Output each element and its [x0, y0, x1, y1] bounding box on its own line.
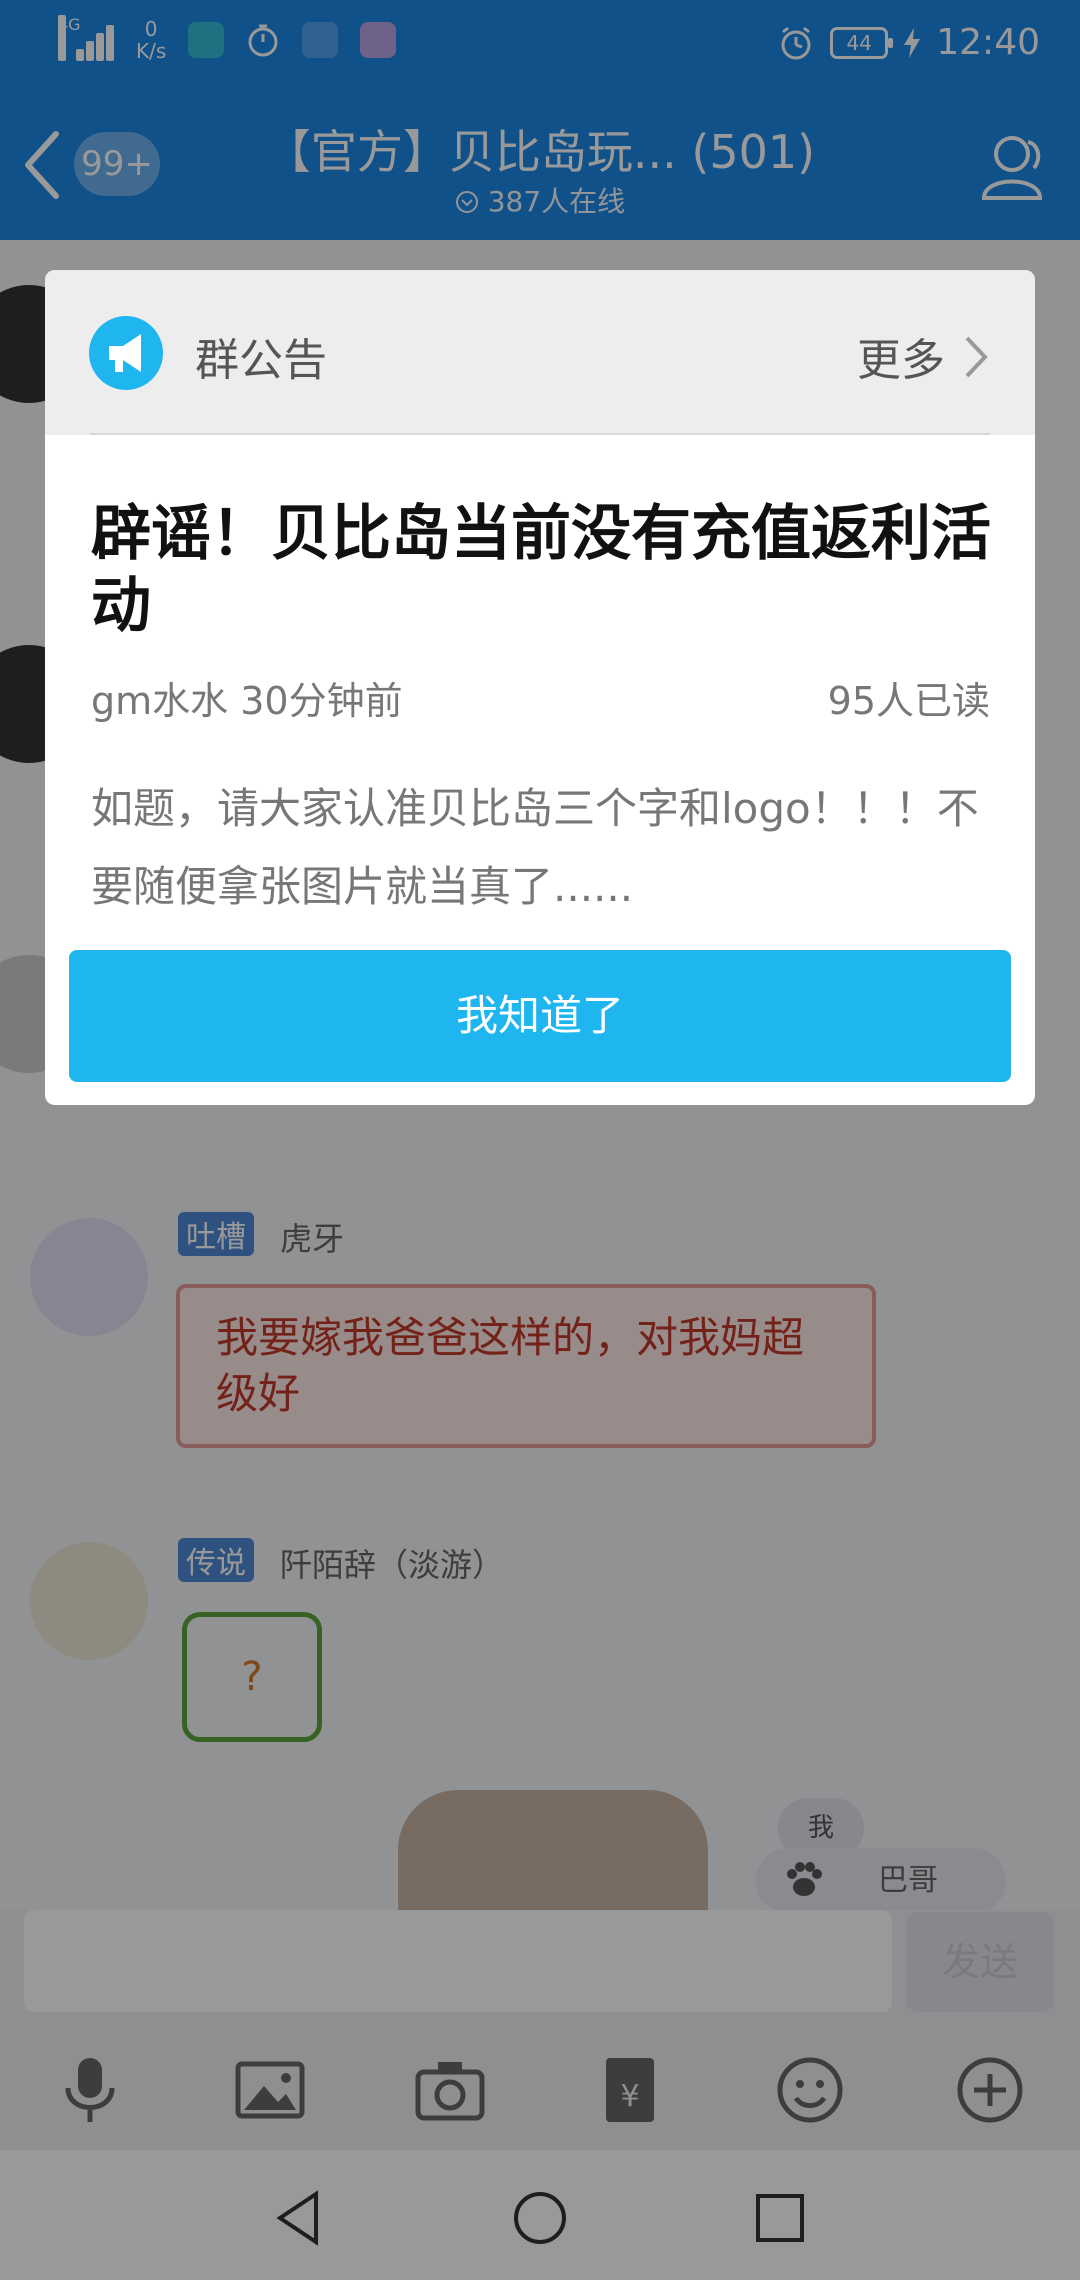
read-count: 95人已读 [827, 679, 990, 723]
megaphone-icon [89, 316, 163, 390]
dialog-title: 群公告 [195, 335, 327, 386]
chevron-right-icon[interactable] [961, 332, 991, 382]
divider [90, 433, 990, 435]
announcement-author-time: gm水水 30分钟前 [91, 679, 403, 723]
more-link[interactable]: 更多 [857, 324, 945, 388]
announcement-body: 如题，请大家认准贝比岛三个字和logo！！！不要随便拿张图片就当真了...... [91, 784, 979, 911]
screen: 4G 0 K/s 44 12:40 99+ 【官方】贝比岛玩... (501) … [0, 0, 1080, 2280]
acknowledge-button[interactable]: 我知道了 [69, 950, 1011, 1082]
dialog-header: 群公告 更多 [45, 270, 1035, 435]
announcement-headline: 辟谣！贝比岛当前没有充值返利活动 [91, 499, 991, 641]
announcement-dialog: 群公告 更多 辟谣！贝比岛当前没有充值返利活动 gm水水 30分钟前 95人已读… [45, 270, 1035, 1105]
